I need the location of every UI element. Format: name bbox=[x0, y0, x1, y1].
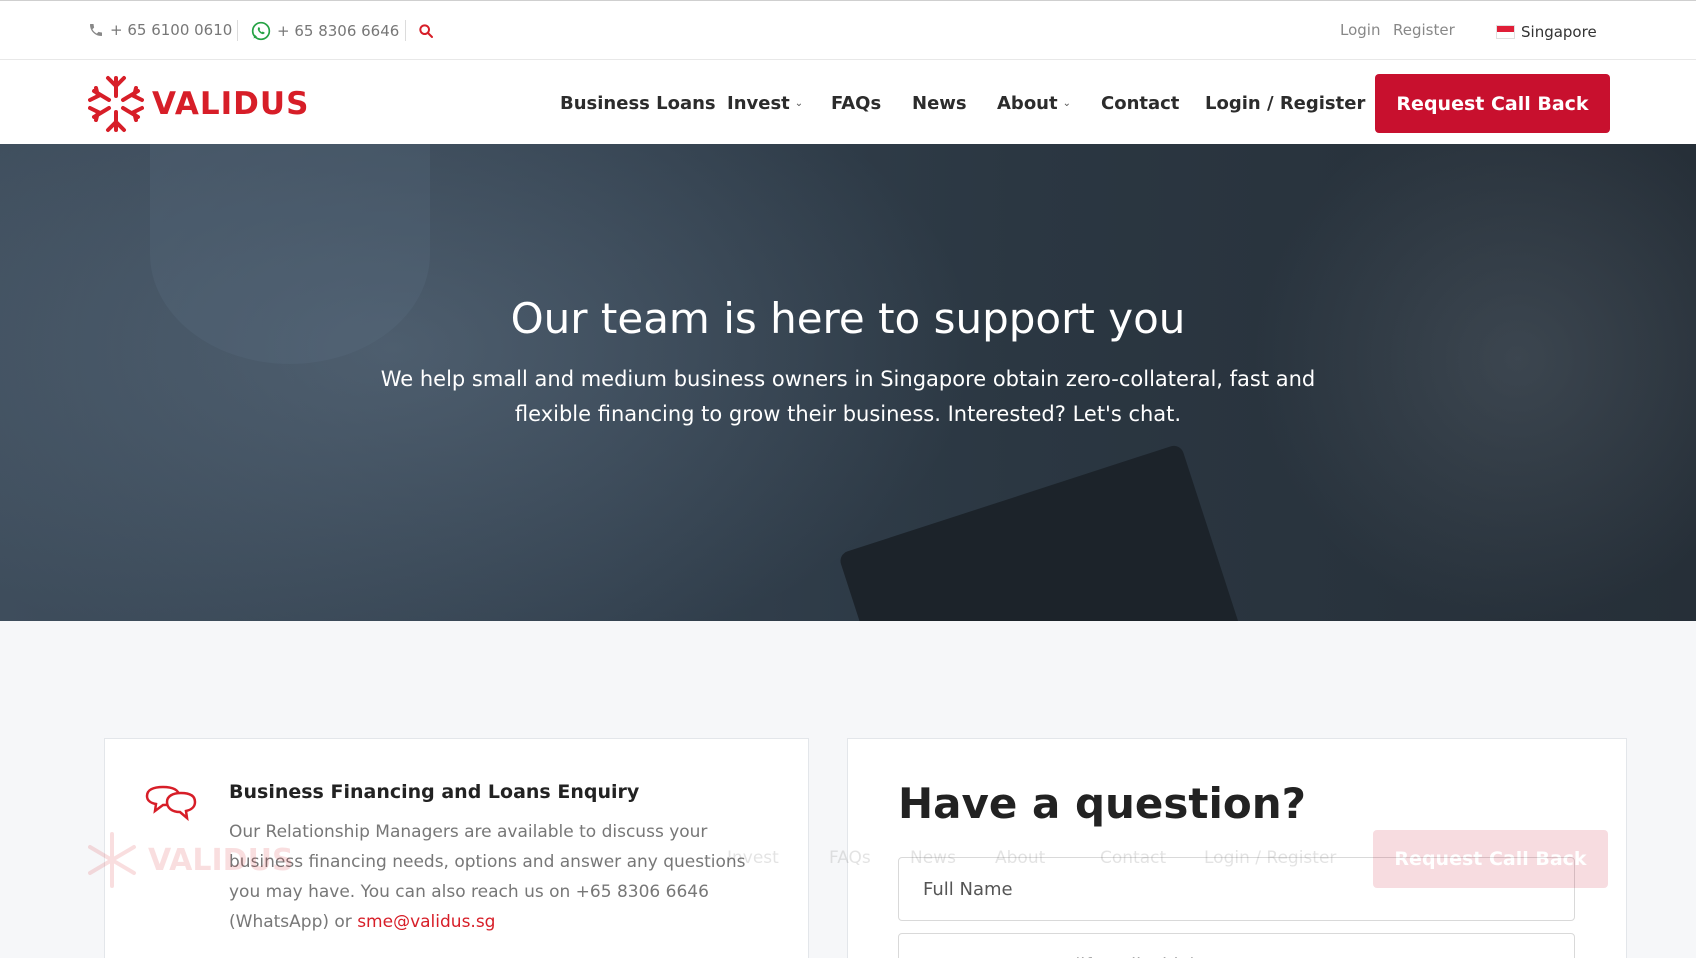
country-label: Singapore bbox=[1521, 23, 1597, 41]
validus-star-icon bbox=[88, 76, 144, 132]
nav-news[interactable]: News bbox=[912, 93, 967, 114]
search-icon bbox=[419, 24, 433, 38]
country-selector[interactable]: Singapore bbox=[1496, 23, 1597, 41]
chevron-down-icon: ⌄ bbox=[794, 98, 804, 109]
hero-banner: Our team is here to support you We help … bbox=[0, 144, 1696, 621]
form-title: Have a question? bbox=[898, 779, 1306, 828]
whatsapp-number: + 65 8306 6646 bbox=[277, 22, 400, 40]
hero-title: Our team is here to support you bbox=[510, 294, 1186, 343]
validus-logo[interactable]: VALIDUS bbox=[88, 74, 309, 134]
search-button[interactable] bbox=[418, 23, 434, 39]
enquiry-card: Business Financing and Loans Enquiry Our… bbox=[104, 738, 809, 958]
hero-subtitle: We help small and medium business owners… bbox=[380, 367, 1316, 426]
full-name-input[interactable] bbox=[898, 857, 1575, 921]
company-name-input[interactable] bbox=[898, 933, 1575, 958]
main-navigation: VALIDUS Business Loans Invest ⌄ FAQs New… bbox=[0, 60, 1696, 144]
divider bbox=[405, 20, 406, 41]
phone-number: + 65 6100 0610 bbox=[110, 21, 233, 39]
top-utility-bar: + 65 6100 0610 + 65 8306 6646 Login Regi… bbox=[0, 0, 1696, 60]
singapore-flag-icon bbox=[1496, 25, 1515, 39]
login-link[interactable]: Login bbox=[1340, 21, 1380, 39]
nav-login-register[interactable]: Login / Register bbox=[1205, 93, 1365, 114]
logo-text: VALIDUS bbox=[152, 86, 310, 122]
nav-label: Login / Register bbox=[1205, 93, 1366, 114]
nav-contact[interactable]: Contact bbox=[1101, 93, 1179, 114]
nav-label: Contact bbox=[1101, 93, 1180, 114]
nav-about[interactable]: About ⌄ bbox=[997, 93, 1071, 114]
phone-icon bbox=[90, 24, 102, 36]
chat-bubbles-icon bbox=[145, 785, 197, 822]
email-link[interactable]: sme@validus.sg bbox=[357, 912, 495, 932]
nav-business-loans[interactable]: Business Loans bbox=[560, 93, 716, 114]
register-link[interactable]: Register bbox=[1393, 21, 1455, 39]
nav-label: Invest bbox=[727, 93, 790, 114]
whatsapp-contact[interactable]: + 65 8306 6646 bbox=[251, 21, 399, 41]
chevron-down-icon: ⌄ bbox=[1062, 98, 1071, 109]
whatsapp-icon bbox=[251, 21, 271, 41]
divider bbox=[237, 20, 238, 41]
nav-label: About bbox=[997, 93, 1058, 114]
nav-label: FAQs bbox=[831, 93, 882, 114]
phone-contact[interactable]: + 65 6100 0610 bbox=[88, 21, 232, 39]
contact-form-card: Have a question? bbox=[847, 738, 1627, 958]
request-call-back-button[interactable]: Request Call Back bbox=[1375, 74, 1610, 133]
nav-faqs[interactable]: FAQs bbox=[831, 93, 881, 114]
nav-label: Business Loans bbox=[560, 93, 716, 114]
nav-invest[interactable]: Invest ⌄ bbox=[727, 93, 803, 114]
enquiry-description: Our Relationship Managers are available … bbox=[229, 817, 749, 937]
nav-label: News bbox=[912, 93, 967, 114]
enquiry-title: Business Financing and Loans Enquiry bbox=[229, 781, 640, 803]
